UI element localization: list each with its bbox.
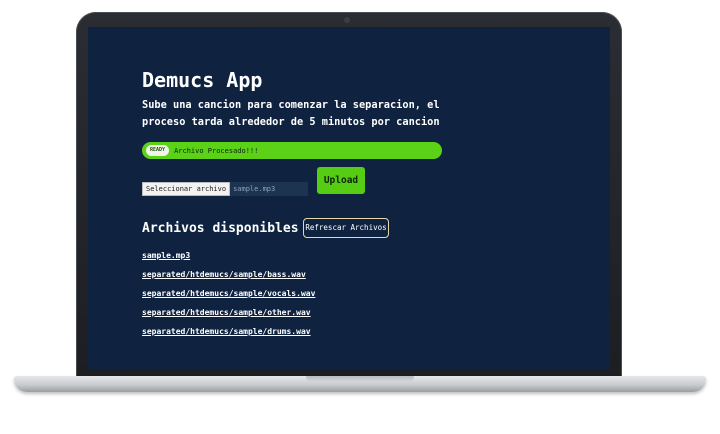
laptop-base bbox=[14, 376, 706, 392]
refresh-files-button[interactable]: Refrescar Archivos bbox=[303, 218, 389, 238]
status-bar: READY Archivo Procesado!!! bbox=[142, 142, 442, 159]
list-item: separated/htdemucs/sample/vocals.wav bbox=[142, 285, 315, 304]
list-item: separated/htdemucs/sample/drums.wav bbox=[142, 323, 315, 342]
file-link[interactable]: separated/htdemucs/sample/vocals.wav bbox=[142, 289, 315, 298]
files-heading: Archivos disponibles bbox=[142, 221, 299, 236]
file-link[interactable]: separated/htdemucs/sample/drums.wav bbox=[142, 327, 311, 336]
base-notch bbox=[306, 376, 414, 382]
app-description: Sube una cancion para comenzar la separa… bbox=[142, 99, 440, 128]
list-item: sample.mp3 bbox=[142, 247, 315, 266]
list-item: separated/htdemucs/sample/bass.wav bbox=[142, 266, 315, 285]
laptop-lid: Demucs App Sube una cancion para comenza… bbox=[76, 12, 622, 380]
app-screen: Demucs App Sube una cancion para comenza… bbox=[88, 27, 610, 370]
camera-dot bbox=[344, 17, 350, 23]
status-message: Archivo Procesado!!! bbox=[174, 146, 259, 155]
upload-button[interactable]: Upload bbox=[317, 167, 365, 194]
file-link[interactable]: separated/htdemucs/sample/bass.wav bbox=[142, 270, 306, 279]
selected-file-name: sample.mp3 bbox=[233, 185, 276, 193]
file-link[interactable]: separated/htdemucs/sample/other.wav bbox=[142, 308, 311, 317]
file-list: sample.mp3 separated/htdemucs/sample/bas… bbox=[142, 247, 315, 342]
app-title: Demucs App bbox=[142, 68, 263, 92]
list-item: separated/htdemucs/sample/other.wav bbox=[142, 304, 315, 323]
file-link[interactable]: sample.mp3 bbox=[142, 251, 190, 260]
select-file-button[interactable]: Seleccionar archivo bbox=[142, 182, 231, 196]
ready-badge: READY bbox=[146, 145, 170, 156]
file-input[interactable]: Seleccionar archivo sample.mp3 bbox=[142, 182, 308, 196]
